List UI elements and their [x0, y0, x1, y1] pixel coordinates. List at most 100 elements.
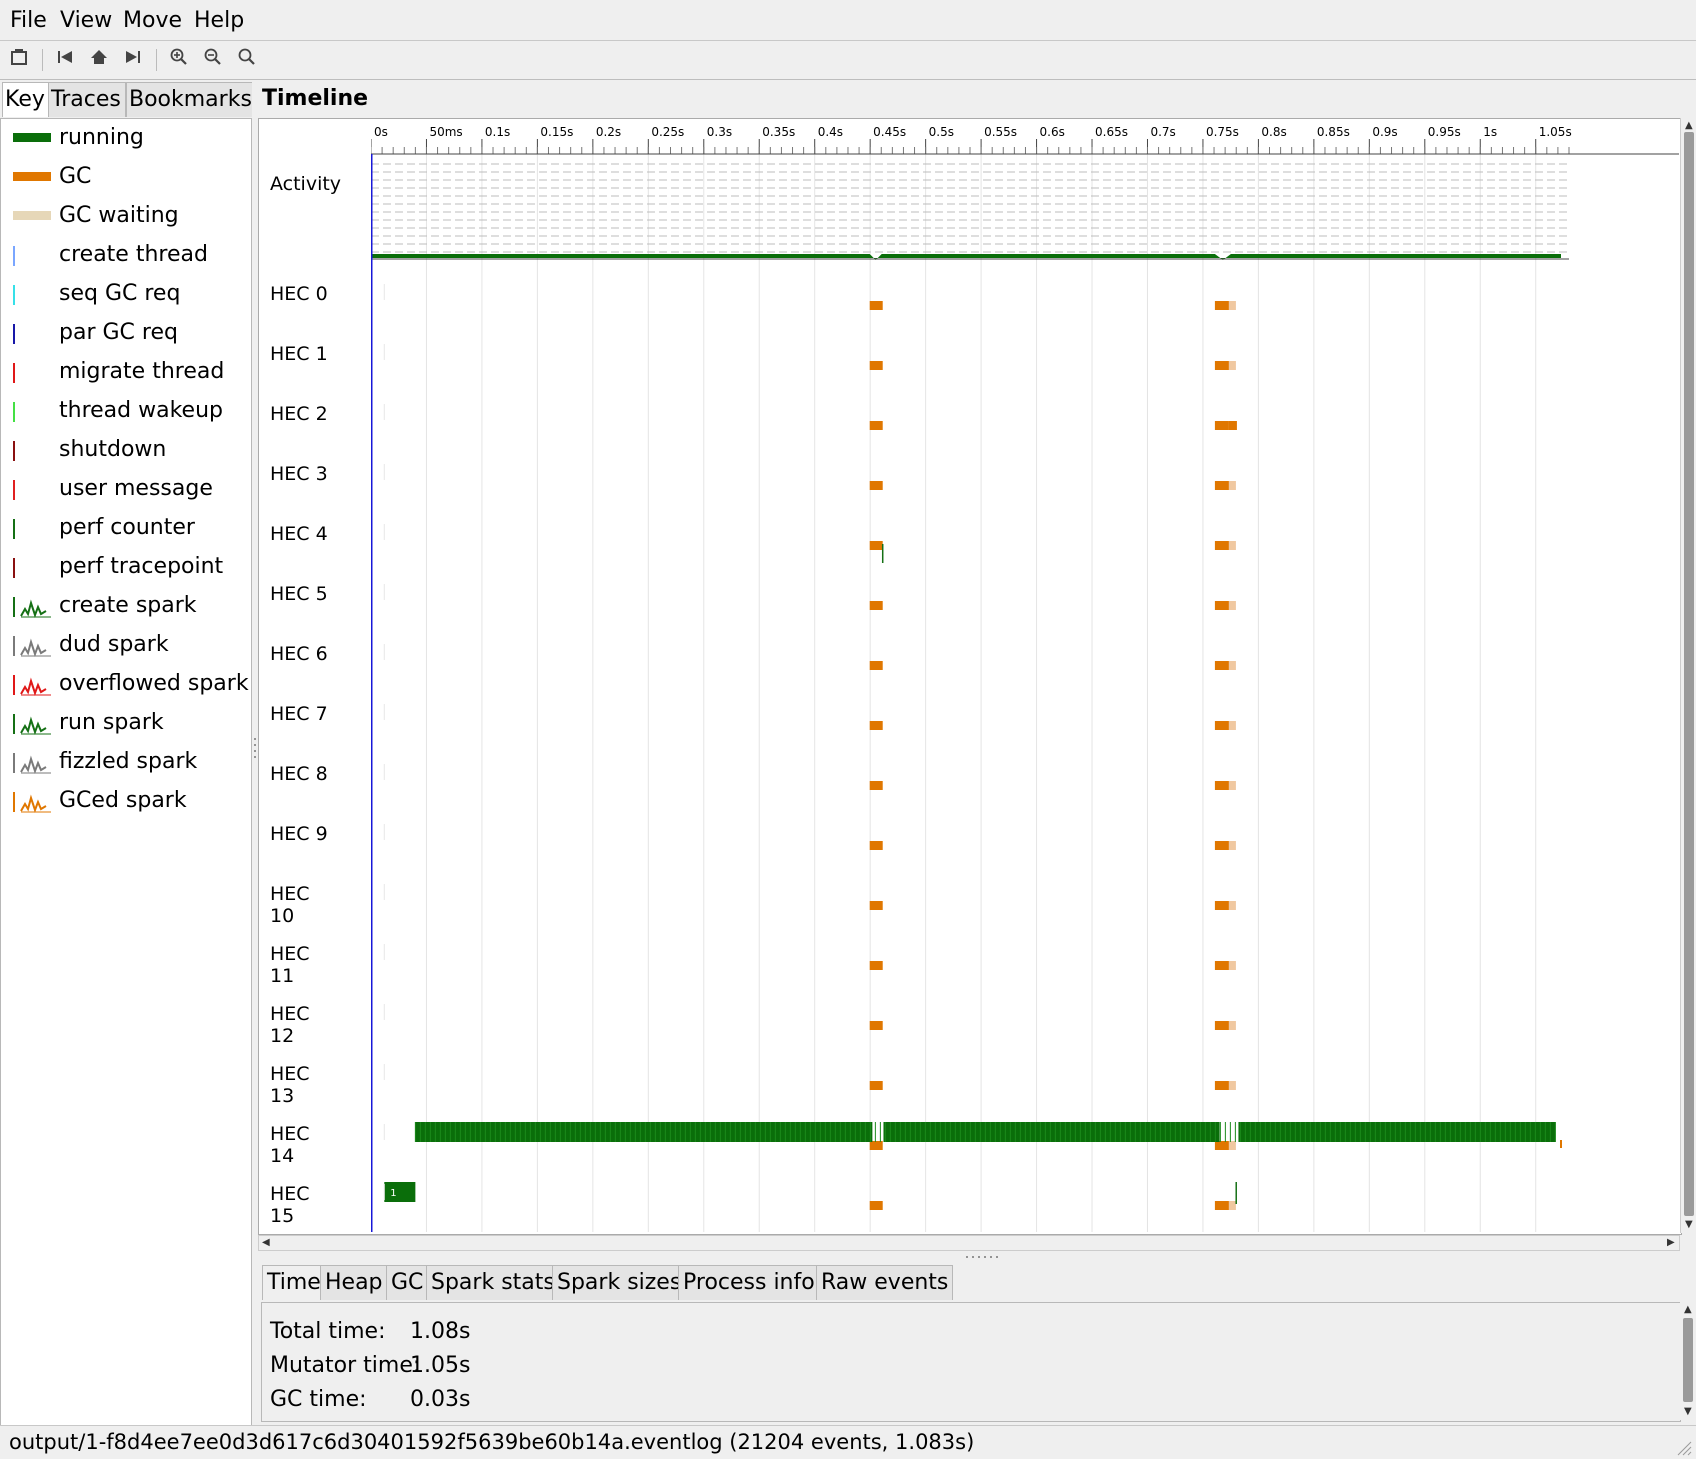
zoom-out-icon[interactable]: [200, 47, 226, 73]
ruler-tick-label: 0.7s: [1150, 125, 1175, 139]
gc-event-bar: [1214, 601, 1229, 610]
tab-key[interactable]: Key: [2, 82, 50, 117]
key-item-GC-waiting: GC waiting: [1, 199, 251, 235]
gc-event-bar: [869, 1141, 883, 1150]
gc-event-bar: [1560, 1140, 1562, 1148]
gc-event-bar: [1214, 541, 1229, 550]
ruler-tick-label: 0s: [374, 125, 388, 139]
resize-grip-icon[interactable]: [1674, 1438, 1692, 1456]
gc-event-bar: [1214, 781, 1229, 790]
stats-vertical-scrollbar[interactable]: ▲ ▼: [1680, 1302, 1696, 1420]
jump-start-icon[interactable]: [52, 47, 78, 73]
gc-event-bar: [869, 541, 883, 550]
timeline-view[interactable]: Activity HEC 0 HEC 1 HEC 2 HEC 3 HEC 4 HEC 5 HE…: [258, 118, 1682, 1235]
gc-event-bar: [1214, 421, 1229, 430]
gc-event-bar: [1214, 1081, 1229, 1090]
ruler-tick-label: 0.5s: [929, 125, 954, 139]
tab-raw-events[interactable]: Raw events: [816, 1265, 954, 1300]
left-tab-bar: Key Traces Bookmarks: [0, 80, 254, 118]
hec-row-label: HEC 15: [270, 1183, 310, 1227]
key-item-label: dud spark: [59, 632, 169, 657]
hec-row-label: HEC 10: [270, 883, 310, 927]
gc-event-bar: [1228, 421, 1237, 430]
gc-event-bar: [869, 1081, 883, 1090]
key-item-label: running: [59, 125, 144, 150]
gc-event-bar: [1214, 1201, 1229, 1210]
key-item-fizzled-spark: fizzled spark: [1, 745, 251, 781]
ruler-tick-label: 0.25s: [651, 125, 684, 139]
key-item-label: perf tracepoint: [59, 554, 224, 579]
hec-row-label: HEC 14: [270, 1123, 310, 1167]
menu-bar: File View Move Help: [0, 0, 1696, 41]
gc-event-bar: [1214, 1141, 1229, 1150]
bottom-tab-bar: Time Heap GC Spark stats Spark sizes Pro…: [258, 1263, 1696, 1301]
hec-row-label: HEC 3: [270, 463, 328, 485]
key-item-par-GC-req: par GC req: [1, 316, 251, 352]
gc-event-bar: [1214, 901, 1229, 910]
key-legend: running GC GC waiting create thread seq GC r…: [0, 118, 252, 1426]
key-item-GC: GC: [1, 160, 251, 196]
key-item-label: seq GC req: [59, 281, 181, 306]
timeline-canvas[interactable]: 0s 50ms 0.1s 0.15s 0.2s 0.25s 0.3s 0.35s 0.4s 0.4…: [371, 119, 1679, 1232]
tab-traces[interactable]: Traces: [48, 82, 126, 117]
hec-row-label: HEC 5: [270, 583, 328, 605]
tab-spark-stats[interactable]: Spark stats: [426, 1265, 560, 1300]
timeline-horizontal-scrollbar[interactable]: ◀ ▶: [258, 1235, 1680, 1251]
gc-event-bar: [1214, 961, 1229, 970]
ruler-tick-label: 1.05s: [1539, 125, 1572, 139]
ruler-tick-label: 0.65s: [1095, 125, 1128, 139]
tab-process-info[interactable]: Process info: [678, 1265, 820, 1300]
menu-move[interactable]: Move: [123, 8, 182, 33]
hec-row-label: HEC 12: [270, 1003, 310, 1047]
tab-heap[interactable]: Heap: [320, 1265, 388, 1300]
home-icon[interactable]: [86, 47, 112, 73]
ruler-tick-label: 0.95s: [1428, 125, 1461, 139]
hec-row-label: HEC 4: [270, 523, 328, 545]
total-time-value: 1.08s: [410, 1319, 471, 1344]
gc-event-bar: [869, 481, 883, 490]
tab-gc[interactable]: GC: [386, 1265, 429, 1300]
menu-file[interactable]: File: [10, 8, 47, 33]
menu-view[interactable]: View: [60, 8, 112, 33]
hec-label-column: Activity HEC 0 HEC 1 HEC 2 HEC 3 HEC 4 HEC 5 HE…: [259, 119, 371, 1234]
tab-spark-sizes[interactable]: Spark sizes: [552, 1265, 687, 1300]
status-bar: output/1-f8d4ee7ee0d3d617c6d30401592f563…: [0, 1425, 1696, 1459]
hec-row-label: HEC 8: [270, 763, 328, 785]
key-item-label: overflowed spark: [59, 671, 249, 696]
menu-help[interactable]: Help: [194, 8, 244, 33]
gc-waiting-bar: [1228, 841, 1236, 850]
gc-event-bar: [869, 721, 883, 730]
hec-row-label: HEC 7: [270, 703, 328, 725]
tab-time[interactable]: Time: [262, 1265, 326, 1300]
running-block-label: 1: [390, 1188, 396, 1199]
left-pane: Key Traces Bookmarks running GC GC waiting…: [0, 80, 254, 1426]
key-item-create-spark: create spark: [1, 589, 251, 625]
gc-event-bar: [1214, 361, 1229, 370]
gc-waiting-bar: [1228, 301, 1236, 310]
gc-event-bar: [869, 1021, 883, 1030]
hec-row-label: HEC 6: [270, 643, 328, 665]
key-item-label: fizzled spark: [59, 749, 198, 774]
open-file-icon[interactable]: [6, 47, 32, 73]
timeline-vertical-scrollbar[interactable]: ▲ ▼: [1680, 118, 1696, 1233]
key-item-overflowed-spark: overflowed spark: [1, 667, 251, 703]
gc-waiting-bar: [1228, 661, 1236, 670]
zoom-fit-icon[interactable]: [234, 47, 260, 73]
ruler-tick-label: 0.35s: [762, 125, 795, 139]
bottom-splitter-grip[interactable]: [963, 1254, 1003, 1260]
ruler-tick-label: 0.6s: [1040, 125, 1065, 139]
hec-row-label: HEC 2: [270, 403, 328, 425]
gc-waiting-bar: [1228, 481, 1236, 490]
jump-end-icon[interactable]: [120, 47, 146, 73]
gc-time-value: 0.03s: [410, 1387, 471, 1412]
key-item-dud-spark: dud spark: [1, 628, 251, 664]
key-item-label: shutdown: [59, 437, 167, 462]
key-item-label: GC: [59, 164, 92, 189]
zoom-in-icon[interactable]: [166, 47, 192, 73]
ruler-tick-label: 0.9s: [1372, 125, 1397, 139]
ruler-tick-label: 0.4s: [818, 125, 843, 139]
key-item-running: running: [1, 121, 251, 157]
gc-event-bar: [1214, 481, 1229, 490]
key-item-label: create thread: [59, 242, 208, 267]
tab-bookmarks[interactable]: Bookmarks: [126, 82, 254, 117]
